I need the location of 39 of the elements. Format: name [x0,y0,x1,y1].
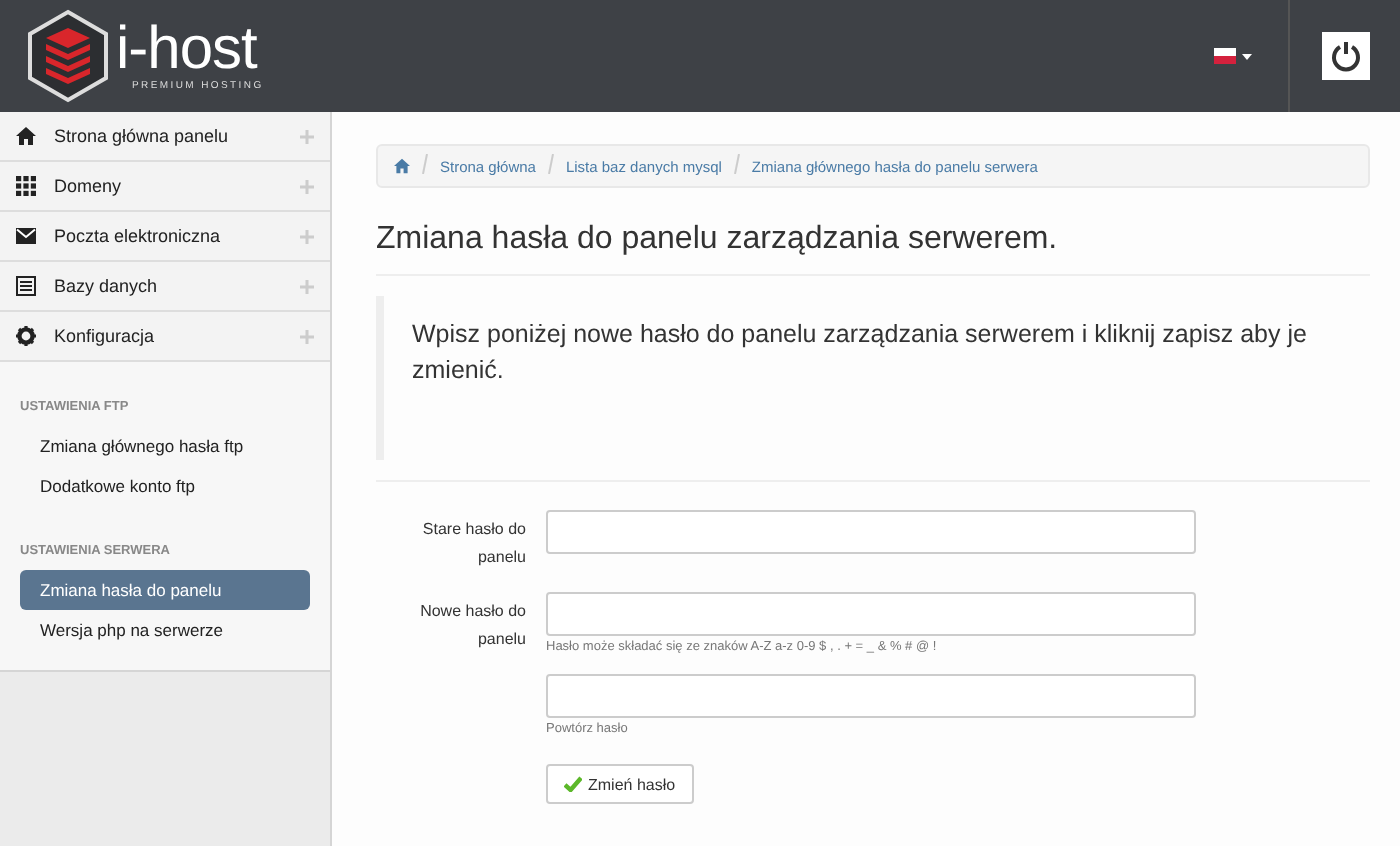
sidebar-item[interactable]: Zmiana głównego hasła ftp [20,426,310,466]
logo-icon [24,8,112,104]
password-field[interactable] [546,592,1196,636]
slash-icon [422,154,428,174]
plus-icon [300,329,314,343]
menu-item[interactable]: Poczta elektroniczna [0,212,330,262]
plus-icon [300,279,314,293]
info-text: Wpisz poniżej nowe hasło do panelu zarządzania serwerem i kliknij zapisz aby je zmienić. [376,296,1370,460]
sidebar-item[interactable]: Dodatkowe konto ftp [20,466,310,506]
plus-icon [300,179,314,193]
menu-item[interactable]: Domeny [0,162,330,212]
home-icon[interactable] [394,158,410,174]
plus-icon [300,129,314,143]
list-icon [16,276,36,296]
flag-icon [1214,48,1236,64]
menu-item[interactable]: Konfiguracja [0,312,330,362]
page-title: Zmiana hasła do panelu zarządzania serwerem. [376,222,1370,276]
slash-icon [733,154,740,174]
checkmark-icon [564,776,582,792]
home-icon [16,126,36,146]
gear-icon [16,326,36,346]
logo-text: i-host [116,20,258,80]
grid-icon [16,176,36,196]
slash-icon [547,154,554,174]
power-icon [1329,40,1361,72]
menu-item[interactable]: Bazy danych [0,262,330,312]
field-label: Stare hasło do panelu [422,520,526,566]
language-selector[interactable] [1214,48,1252,64]
caret-icon [1242,53,1252,59]
password-field[interactable] [546,510,1196,554]
sidebar-item[interactable]: Wersja php na serwerze [20,610,310,650]
sidebar-item[interactable]: Zmiana hasła do panelu [20,570,310,610]
power-button[interactable] [1321,32,1369,80]
field-label: Nowe hasło do panelu [420,602,526,648]
menu-item[interactable]: Strona główna panelu [0,112,330,162]
change-password-button[interactable]: Zmień hasło [546,764,694,804]
plus-icon [300,229,314,243]
password-field[interactable] [546,674,1196,718]
envelope-icon [16,228,36,244]
